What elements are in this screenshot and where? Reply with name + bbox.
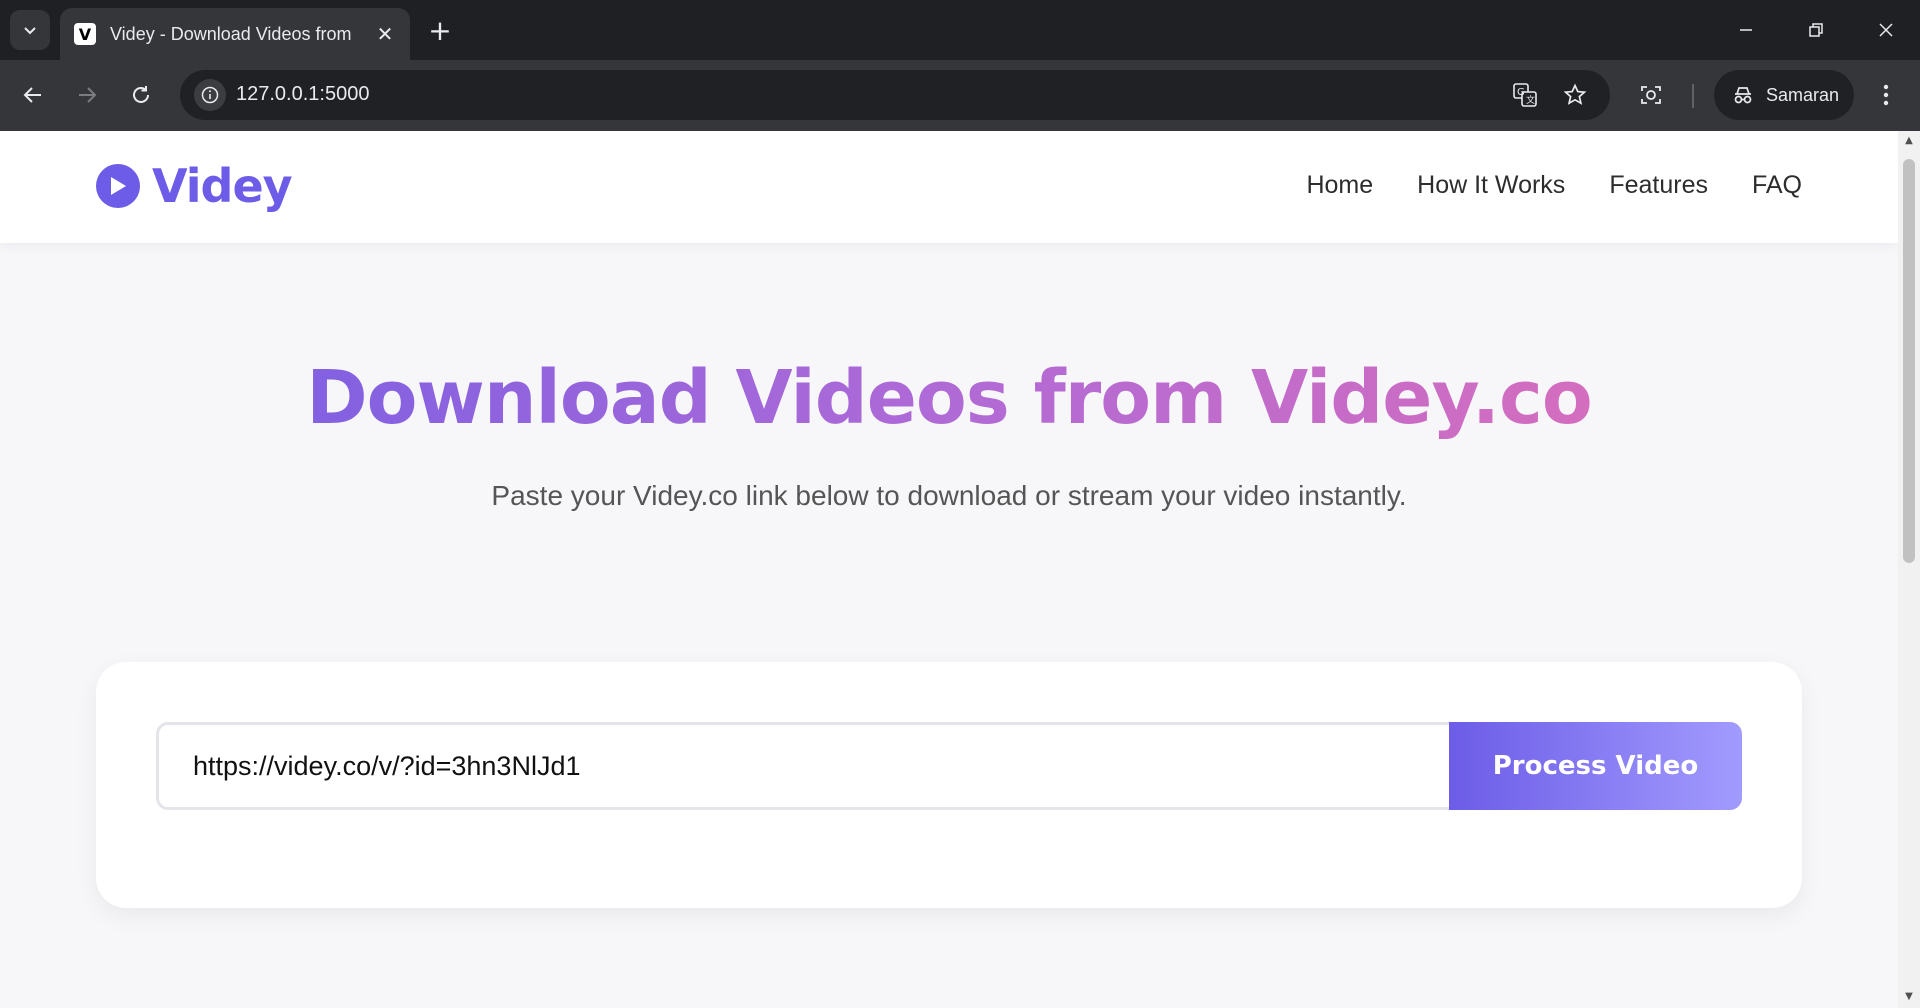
hero-title: Download Videos from Videy.co [0,355,1898,441]
hero-subtitle: Paste your Videy.co link below to downlo… [491,480,1407,511]
minimize-button[interactable] [1724,8,1768,52]
kebab-menu-icon [1883,84,1889,106]
tab-search-button[interactable] [10,10,50,50]
info-icon [201,86,219,104]
site-logo[interactable]: Videy [96,159,293,213]
close-icon[interactable]: ✕ [374,22,396,46]
url-text: 127.0.0.1:5000 [236,83,370,105]
star-icon [1563,83,1587,105]
restore-button[interactable] [1794,8,1838,52]
play-icon [96,164,140,208]
arrow-left-icon [23,87,41,103]
nav-home[interactable]: Home [1306,171,1373,200]
profile-button[interactable]: Samaran [1714,70,1854,120]
svg-text:G: G [1517,87,1525,98]
process-video-button[interactable]: Process Video [1449,722,1742,810]
page-viewport: Videy Home How It Works Features FAQ Dow… [0,131,1898,1008]
svg-text:文: 文 [1526,94,1535,106]
translate-icon: G文 [1513,83,1537,107]
nav-features[interactable]: Features [1609,171,1708,200]
new-tab-button[interactable]: + [424,13,456,47]
browser-menu-button[interactable] [1872,74,1900,116]
nav-faq[interactable]: FAQ [1752,171,1802,200]
browser-toolbar: 127.0.0.1:5000 G文 Samaran [0,60,1920,131]
lens-icon [1641,86,1661,104]
incognito-icon [1734,87,1752,104]
favicon-icon: V [74,23,96,45]
arrow-right-icon [79,87,97,103]
browser-tabbar: V Videy - Download Videos from ✕ + [0,0,1920,60]
profile-name: Samaran [1766,84,1840,105]
scroll-down-icon[interactable]: ▼ [1903,991,1915,1003]
plus-icon: + [428,13,452,47]
restore-icon [1809,23,1823,37]
forward-button[interactable] [66,74,108,116]
download-card: Process Video [96,662,1802,908]
back-button[interactable] [12,74,54,116]
address-bar[interactable]: 127.0.0.1:5000 G文 [180,70,1610,120]
page-scrollbar[interactable]: ▲ ▼ [1898,131,1920,1008]
close-icon [1879,23,1893,37]
site-header: Videy Home How It Works Features FAQ [0,131,1898,243]
minimize-icon [1740,29,1752,31]
lens-button[interactable] [1636,80,1666,110]
chevron-down-icon [24,27,36,35]
nav-how-it-works[interactable]: How It Works [1417,171,1565,200]
reload-button[interactable] [120,74,162,116]
logo-text: Videy [152,159,293,213]
translate-button[interactable]: G文 [1510,80,1540,110]
close-window-button[interactable] [1864,8,1908,52]
toolbar-separator [1692,84,1694,108]
bookmark-button[interactable] [1560,80,1590,110]
browser-tab-active[interactable]: V Videy - Download Videos from ✕ [60,8,410,60]
tab-title: Videy - Download Videos from [110,23,352,44]
site-info-button[interactable] [194,79,226,111]
scroll-up-icon[interactable]: ▲ [1903,135,1915,147]
reload-icon [133,86,149,103]
scroll-thumb[interactable] [1903,159,1915,563]
video-url-input[interactable] [156,722,1450,810]
main-nav: Home How It Works Features FAQ [1306,171,1802,200]
